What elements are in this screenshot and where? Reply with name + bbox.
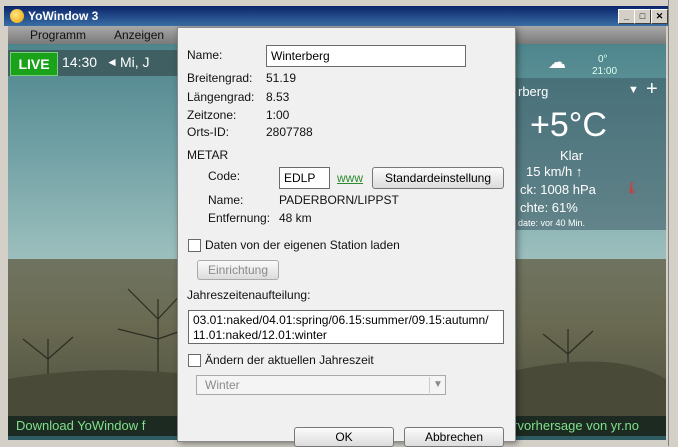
www-link[interactable]: www (337, 171, 363, 185)
cloud-icon: ☁ (548, 52, 566, 72)
ok-button[interactable]: OK (294, 427, 394, 447)
setup-button[interactable]: Einrichtung (197, 260, 279, 280)
own-station-checkbox[interactable] (188, 239, 201, 252)
sky-condition: Klar (560, 148, 584, 163)
location-id-label: Orts-ID: (187, 125, 229, 139)
location-name: rberg (518, 84, 549, 99)
menu-anzeigen[interactable]: Anzeigen (114, 28, 164, 42)
previous-day-icon[interactable]: ◄ (106, 55, 118, 69)
add-location-icon[interactable]: + (646, 78, 658, 101)
change-season-label: Ändern der aktuellen Jahreszeit (205, 353, 374, 367)
latitude-label: Breitengrad: (187, 71, 253, 85)
maximize-button[interactable]: □ (634, 9, 651, 24)
longitude-value: 8.53 (266, 90, 290, 104)
season-select[interactable]: Winter ▼ (196, 375, 446, 395)
change-season-checkbox[interactable] (188, 354, 201, 367)
live-button[interactable]: LIVE (10, 52, 58, 76)
code-label: Code: (208, 169, 241, 183)
metar-heading: METAR (187, 148, 229, 162)
default-settings-button[interactable]: Standardeinstellung (372, 167, 504, 189)
download-link[interactable]: Download YoWindow f (16, 418, 145, 433)
forecast-time: 21:00 (592, 66, 618, 77)
location-dropdown-icon[interactable]: ▼ (628, 84, 639, 96)
timezone-label: Zeitzone: (187, 108, 237, 122)
window-title: YoWindow 3 (28, 9, 99, 23)
latitude-value: 51.19 (266, 71, 297, 85)
current-time: 14:30 (62, 54, 98, 70)
name-label: Name: (187, 48, 223, 62)
season-split-textarea[interactable]: 03.01:naked/04.01:spring/06.15:summer/09… (188, 310, 504, 344)
location-id-value: 2807788 (266, 125, 313, 139)
forecast-temp: 0° (598, 54, 608, 65)
distance-value: 48 km (279, 211, 312, 225)
thermometer-icon: 🌡 (624, 181, 640, 195)
close-button[interactable]: ✕ (651, 9, 668, 24)
metar-code-input[interactable]: EDLP (279, 167, 330, 189)
title-bar[interactable]: YoWindow 3 _ □ ✕ (4, 6, 668, 26)
wind: 15 km/h ↑ (526, 164, 583, 179)
current-date: Mi, J (120, 54, 150, 70)
current-weather-panel: rberg ▼ + +5°C Klar 15 km/h ↑ ck: 1008 h… (498, 78, 666, 230)
cancel-button[interactable]: Abbrechen (404, 427, 504, 447)
minimize-button[interactable]: _ (618, 9, 635, 24)
menu-programm[interactable]: Programm (30, 28, 86, 42)
longitude-label: Längengrad: (187, 90, 255, 104)
chevron-down-icon: ▼ (429, 377, 443, 393)
station-name-value: PADERBORN/LIPPST (279, 193, 399, 207)
forecast-credit-link[interactable]: ervorhersage von yr.no (506, 418, 639, 433)
station-name-label: Name: (208, 193, 244, 207)
season-split-label: Jahreszeitenaufteilung: (187, 288, 311, 302)
temperature: +5°C (530, 106, 607, 144)
humidity: chte: 61% (520, 200, 578, 215)
pressure: ck: 1008 hPa (520, 182, 596, 197)
yowindow-logo-icon (10, 9, 24, 23)
name-input[interactable]: Winterberg (266, 45, 466, 67)
location-properties-dialog: Name: Winterberg Breitengrad: 51.19 Läng… (177, 27, 516, 447)
distance-label: Entfernung: (208, 211, 271, 225)
timezone-value: 1:00 (266, 108, 290, 122)
own-station-label: Daten von der eigenen Station laden (205, 238, 400, 252)
update-time: date: vor 40 Min. (518, 218, 586, 228)
season-select-value: Winter (205, 378, 240, 392)
